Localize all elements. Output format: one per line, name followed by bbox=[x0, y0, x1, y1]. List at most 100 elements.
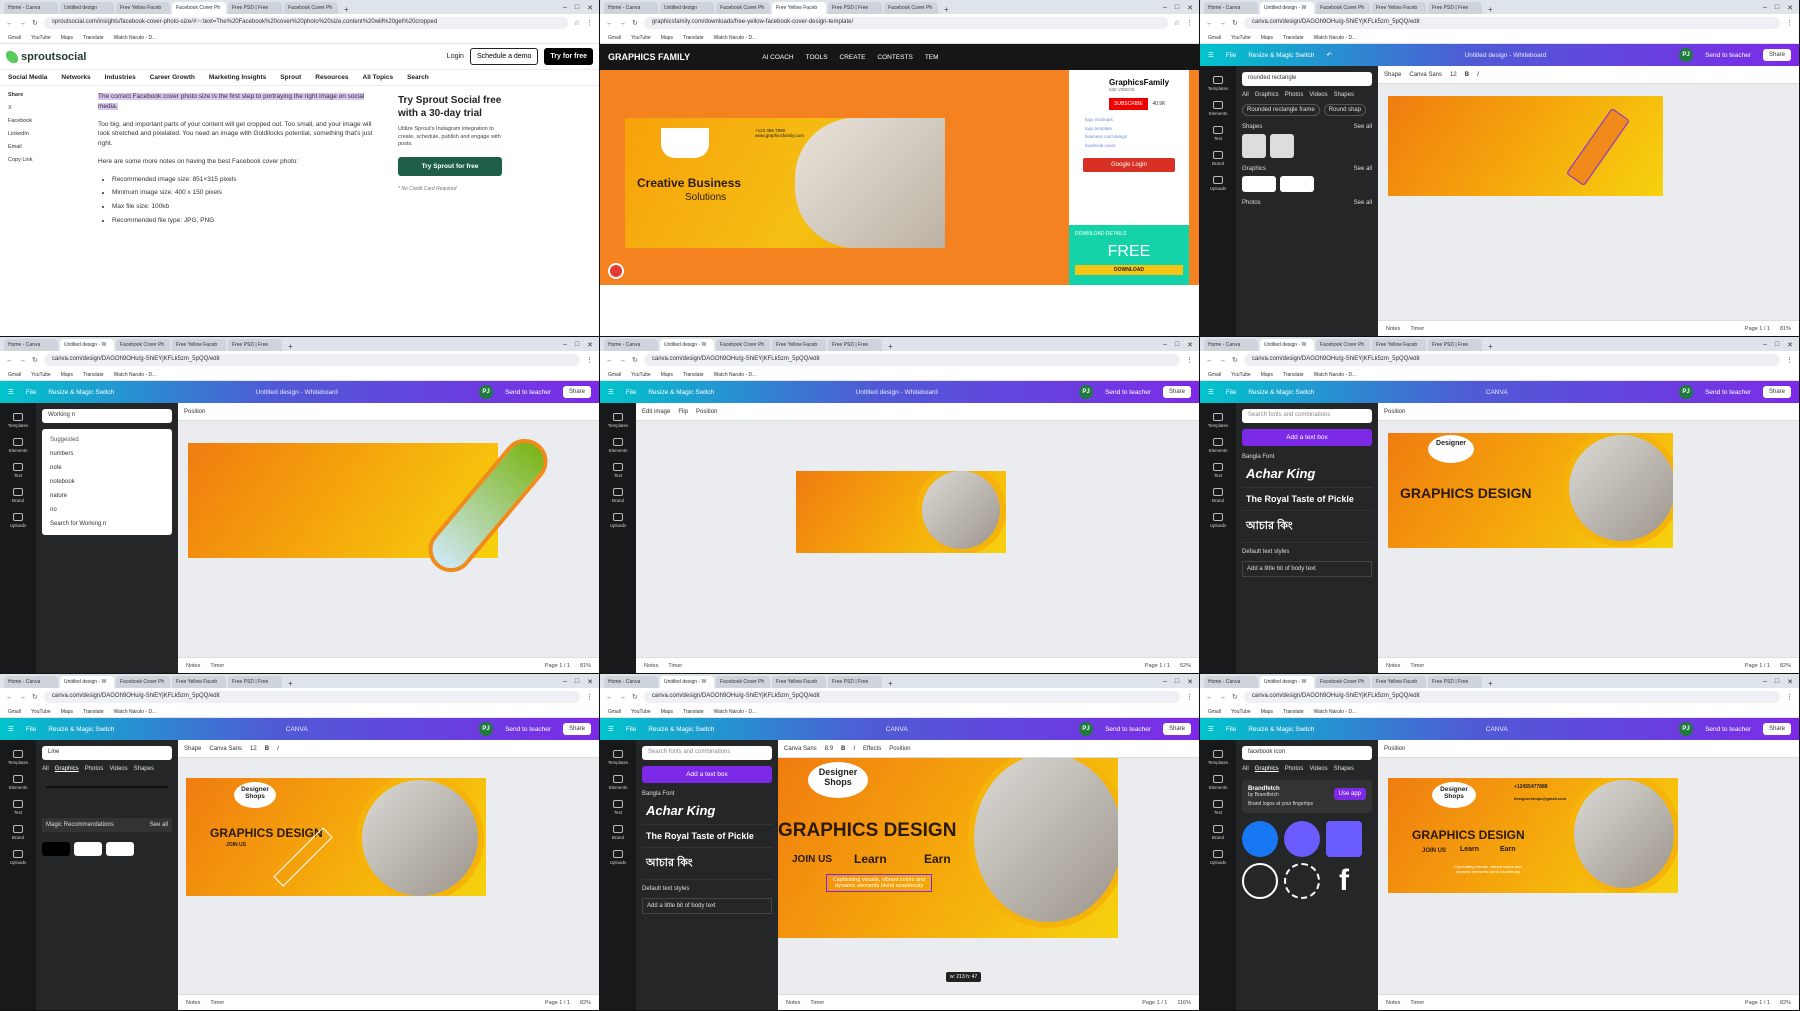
bookmark[interactable]: YouTube bbox=[1231, 35, 1251, 41]
share-button[interactable]: Share bbox=[1762, 49, 1791, 61]
bookmark[interactable]: YouTube bbox=[631, 709, 651, 715]
menu-icon[interactable]: ☰ bbox=[1208, 388, 1214, 396]
file-menu[interactable]: File bbox=[626, 726, 636, 733]
new-tab-icon[interactable]: + bbox=[1484, 342, 1497, 351]
bookmark[interactable]: Translate bbox=[1283, 35, 1304, 41]
back-icon[interactable]: ← bbox=[606, 20, 613, 27]
url-field[interactable]: canva.com/design/DAGOh9OHu/g-ShiEYjKFLk5… bbox=[643, 691, 1180, 703]
menu-icon[interactable]: ⋮ bbox=[1786, 356, 1793, 364]
learn-text[interactable]: Learn bbox=[854, 852, 887, 866]
browser-tab[interactable]: Home - Canva bbox=[1204, 339, 1258, 351]
cover-design[interactable]: Designer Shops GRAPHICS DESIGN JOIN US bbox=[186, 778, 486, 896]
search-input[interactable]: rounded rectangle bbox=[1242, 72, 1372, 86]
send-to-teacher-button[interactable]: Send to teacher bbox=[1105, 726, 1151, 733]
design-title[interactable]: CANVA bbox=[1326, 389, 1667, 396]
browser-tab[interactable]: Home - Canva bbox=[1204, 676, 1258, 688]
reload-icon[interactable]: ↻ bbox=[632, 19, 638, 27]
shape-thumb[interactable] bbox=[1270, 134, 1294, 158]
see-all-link[interactable]: See all bbox=[1354, 200, 1372, 206]
browser-tab-active[interactable]: Untitled design - W bbox=[660, 676, 714, 688]
back-icon[interactable]: ← bbox=[6, 357, 13, 364]
rail-templates[interactable]: Templates bbox=[608, 750, 628, 765]
tab-shapes[interactable]: Shapes bbox=[1334, 92, 1354, 98]
bookmark[interactable]: Gmail bbox=[1208, 372, 1221, 378]
menu-icon[interactable]: ⋮ bbox=[1186, 693, 1193, 701]
bookmark[interactable]: Gmail bbox=[608, 709, 621, 715]
back-icon[interactable]: ← bbox=[606, 357, 613, 364]
file-menu[interactable]: File bbox=[626, 389, 636, 396]
browser-tab-active[interactable]: Untitled design - W bbox=[1260, 2, 1314, 14]
notes-button[interactable]: Notes bbox=[186, 1000, 200, 1006]
browser-tab[interactable]: Facebook Cover Ph bbox=[1316, 676, 1370, 688]
rail-templates[interactable]: Templates bbox=[1208, 750, 1228, 765]
body-text-button[interactable]: Add a little bit of body text bbox=[642, 898, 772, 914]
thumbs-up-icon[interactable] bbox=[1242, 821, 1278, 857]
bookmark[interactable]: YouTube bbox=[631, 372, 651, 378]
timer-button[interactable]: Timer bbox=[1410, 1000, 1424, 1006]
font-combo[interactable]: The Royal Taste of Pickle bbox=[642, 825, 772, 848]
nav-sprout[interactable]: Sprout bbox=[280, 74, 301, 81]
see-all-link[interactable]: See all bbox=[1354, 124, 1372, 130]
browser-tab[interactable]: Free PSD | Free bbox=[228, 339, 282, 351]
nav-networks[interactable]: Networks bbox=[61, 74, 90, 81]
bookmark[interactable]: Translate bbox=[83, 372, 104, 378]
back-icon[interactable]: ← bbox=[1206, 20, 1213, 27]
maximize-icon[interactable]: □ bbox=[575, 341, 579, 349]
italic-icon[interactable]: I bbox=[277, 746, 279, 752]
suggestion-item[interactable]: note bbox=[50, 461, 164, 475]
bookmark[interactable]: Watch Naruto - D... bbox=[1314, 709, 1357, 715]
star-icon[interactable]: ☆ bbox=[574, 19, 580, 27]
zoom-level[interactable]: 52% bbox=[1180, 663, 1191, 669]
schedule-demo-button[interactable]: Schedule a demo bbox=[469, 48, 539, 65]
browser-tab[interactable]: Free Yellow Faceb bbox=[172, 339, 226, 351]
minimize-icon[interactable]: – bbox=[563, 4, 567, 12]
share-button[interactable]: Share bbox=[1162, 386, 1191, 398]
nav-marketing-insights[interactable]: Marketing Insights bbox=[209, 74, 266, 81]
new-tab-icon[interactable]: + bbox=[940, 5, 953, 14]
rec-thumb[interactable] bbox=[106, 842, 134, 856]
notes-button[interactable]: Notes bbox=[644, 663, 658, 669]
design-title[interactable]: CANVA bbox=[1326, 726, 1667, 733]
avatar[interactable]: PJ bbox=[1679, 385, 1694, 399]
maximize-icon[interactable]: □ bbox=[1175, 4, 1179, 12]
sidebar-link[interactable]: logo mockups bbox=[1085, 116, 1189, 125]
bookmark[interactable]: YouTube bbox=[1231, 709, 1251, 715]
nav-industries[interactable]: Industries bbox=[105, 74, 136, 81]
tab-videos[interactable]: Videos bbox=[109, 766, 127, 772]
browser-tab[interactable]: Home - Canva bbox=[4, 339, 58, 351]
resize-button[interactable]: Resize & Magic Switch bbox=[648, 389, 714, 396]
rail-uploads[interactable]: Uploads bbox=[10, 513, 26, 528]
notes-button[interactable]: Notes bbox=[786, 1000, 800, 1006]
browser-tab[interactable]: Free Yellow Faceb bbox=[1372, 339, 1426, 351]
forward-icon[interactable]: → bbox=[19, 20, 26, 27]
design-title[interactable]: Untitled design - Whiteboard bbox=[1344, 52, 1667, 59]
browser-tab[interactable]: Free PSD | Free bbox=[1428, 2, 1482, 14]
bookmark[interactable]: Watch Naruto - D... bbox=[1314, 35, 1357, 41]
bookmark[interactable]: Maps bbox=[661, 709, 673, 715]
position-button[interactable]: Position bbox=[1384, 746, 1405, 752]
font-combo[interactable]: আচার কিং bbox=[642, 848, 772, 880]
rail-text[interactable]: Text bbox=[1213, 463, 1223, 478]
rail-elements[interactable]: Elements bbox=[1209, 101, 1227, 116]
forward-icon[interactable]: → bbox=[19, 357, 26, 364]
browser-tab[interactable]: Facebook Cover Ph bbox=[284, 2, 338, 14]
font-combo[interactable]: The Royal Taste of Pickle bbox=[1242, 488, 1372, 511]
photo-frame[interactable] bbox=[968, 758, 1118, 928]
resize-button[interactable]: Resize & Magic Switch bbox=[1248, 389, 1314, 396]
earn-text[interactable]: Earn bbox=[924, 852, 951, 866]
minimize-icon[interactable]: – bbox=[1763, 4, 1767, 12]
file-menu[interactable]: File bbox=[26, 389, 36, 396]
edit-image-button[interactable]: Edit image bbox=[642, 409, 670, 415]
bookmark[interactable]: Maps bbox=[1261, 709, 1273, 715]
browser-tab-active[interactable]: Untitled design - W bbox=[60, 339, 114, 351]
browser-tab[interactable]: Untitled design bbox=[60, 2, 114, 14]
nav-social-media[interactable]: Social Media bbox=[8, 74, 47, 81]
send-to-teacher-button[interactable]: Send to teacher bbox=[505, 389, 551, 396]
back-icon[interactable]: ← bbox=[1206, 694, 1213, 701]
browser-tab[interactable]: Facebook Cover Ph bbox=[116, 339, 170, 351]
browser-tab-active[interactable]: Free Yellow Faceb bbox=[772, 2, 826, 14]
browser-tab[interactable]: Free PSD | Free bbox=[228, 676, 282, 688]
design-title[interactable]: Untitled design - Whiteboard bbox=[726, 389, 1067, 396]
menu-icon[interactable]: ⋮ bbox=[1186, 356, 1193, 364]
forward-icon[interactable]: → bbox=[1219, 357, 1226, 364]
